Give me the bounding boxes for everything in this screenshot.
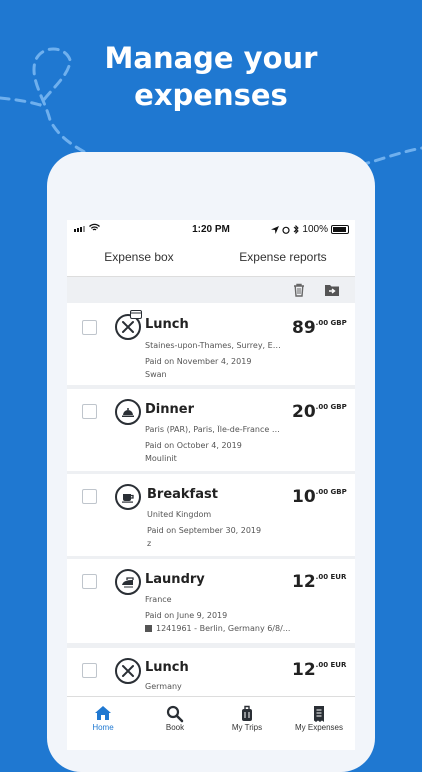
expense-card[interactable]: Lunch Staines-upon-Thames, Surrey, Eng..… <box>67 303 355 385</box>
nav-my-expenses-label: My Expenses <box>294 723 344 732</box>
expense-checkbox[interactable] <box>82 663 97 678</box>
expense-checkbox[interactable] <box>82 320 97 335</box>
expense-title: Lunch <box>145 317 189 332</box>
battery-icon <box>331 225 349 234</box>
expense-checkbox[interactable] <box>82 489 97 504</box>
expense-amount: 20.00 GBP <box>292 402 347 422</box>
iron-icon <box>115 569 141 595</box>
headline-line-2: expenses <box>134 78 288 112</box>
home-icon <box>95 706 111 720</box>
expense-paid-date: Paid on October 4, 2019 <box>145 441 242 450</box>
expense-checkbox[interactable] <box>82 404 97 419</box>
phone-screen: 1:20 PM 100% Expense box Expense reports <box>67 220 355 750</box>
nav-my-trips-label: My Trips <box>231 723 263 732</box>
expense-location: Staines-upon-Thames, Surrey, Eng... <box>145 341 285 350</box>
expense-toolbar <box>67 277 355 303</box>
bluetooth-icon <box>294 225 300 234</box>
expense-report-ref: 1241961 - Berlin, Germany 6/8/... <box>156 624 291 633</box>
expense-tabs: Expense box Expense reports <box>67 240 355 296</box>
expense-title: Laundry <box>145 572 205 587</box>
nav-book-label: Book <box>165 723 185 732</box>
expense-paid-date: Paid on September 30, 2019 <box>147 526 262 535</box>
cloche-icon <box>115 399 141 425</box>
tab-expense-reports[interactable]: Expense reports <box>211 240 355 276</box>
suitcase-icon <box>242 705 252 721</box>
report-square-icon <box>145 625 152 632</box>
trash-icon[interactable] <box>291 282 307 298</box>
expense-location: Germany <box>145 682 182 691</box>
expense-paid-date: Paid on June 9, 2019 <box>145 611 228 620</box>
headline-line-1: Manage your <box>104 41 318 75</box>
expense-amount: 89.00 GBP <box>292 318 347 338</box>
expense-location: United Kingdom <box>147 510 212 519</box>
coffee-cup-icon <box>115 484 141 510</box>
card-badge-icon <box>130 310 142 319</box>
expense-checkbox[interactable] <box>82 574 97 589</box>
battery-percent: 100% <box>302 224 328 235</box>
location-arrow-icon <box>271 225 280 234</box>
expense-title: Breakfast <box>147 487 218 502</box>
expense-amount: 12.00 EUR <box>292 660 347 680</box>
expense-card[interactable]: Laundry France Paid on June 9, 2019 1241… <box>67 559 355 643</box>
expense-merchant: Moulinit <box>145 454 177 463</box>
restaurant-icon <box>115 658 141 684</box>
nav-my-trips[interactable]: My Trips <box>211 697 283 750</box>
expense-title: Lunch <box>145 660 189 675</box>
expense-amount: 12.00 EUR <box>292 572 347 592</box>
expense-amount: 10.00 GBP <box>292 487 347 507</box>
tab-expense-box[interactable]: Expense box <box>67 240 211 276</box>
expense-title: Dinner <box>145 402 194 417</box>
search-icon <box>166 705 184 723</box>
nav-home[interactable]: Home <box>67 697 139 750</box>
expense-merchant: z <box>147 539 152 548</box>
status-bar: 1:20 PM 100% <box>67 220 355 240</box>
folder-move-icon[interactable] <box>324 282 340 298</box>
expense-location: Paris (PAR), Paris, Île-de-France Re... <box>145 425 285 434</box>
nav-book[interactable]: Book <box>139 697 211 750</box>
nav-my-expenses[interactable]: My Expenses <box>283 697 355 750</box>
nav-home-label: Home <box>92 723 114 732</box>
receipt-icon <box>314 706 324 722</box>
expense-location: France <box>145 595 172 604</box>
promo-headline: Manage your expenses <box>0 40 422 114</box>
expense-card[interactable]: Dinner Paris (PAR), Paris, Île-de-France… <box>67 389 355 471</box>
alarm-icon <box>282 226 291 234</box>
expense-merchant: Swan <box>145 370 167 379</box>
expense-paid-date: Paid on November 4, 2019 <box>145 357 252 366</box>
bottom-navigation: Home Book My Trips My Expenses <box>67 696 355 750</box>
expense-card[interactable]: Breakfast United Kingdom Paid on Septemb… <box>67 474 355 556</box>
